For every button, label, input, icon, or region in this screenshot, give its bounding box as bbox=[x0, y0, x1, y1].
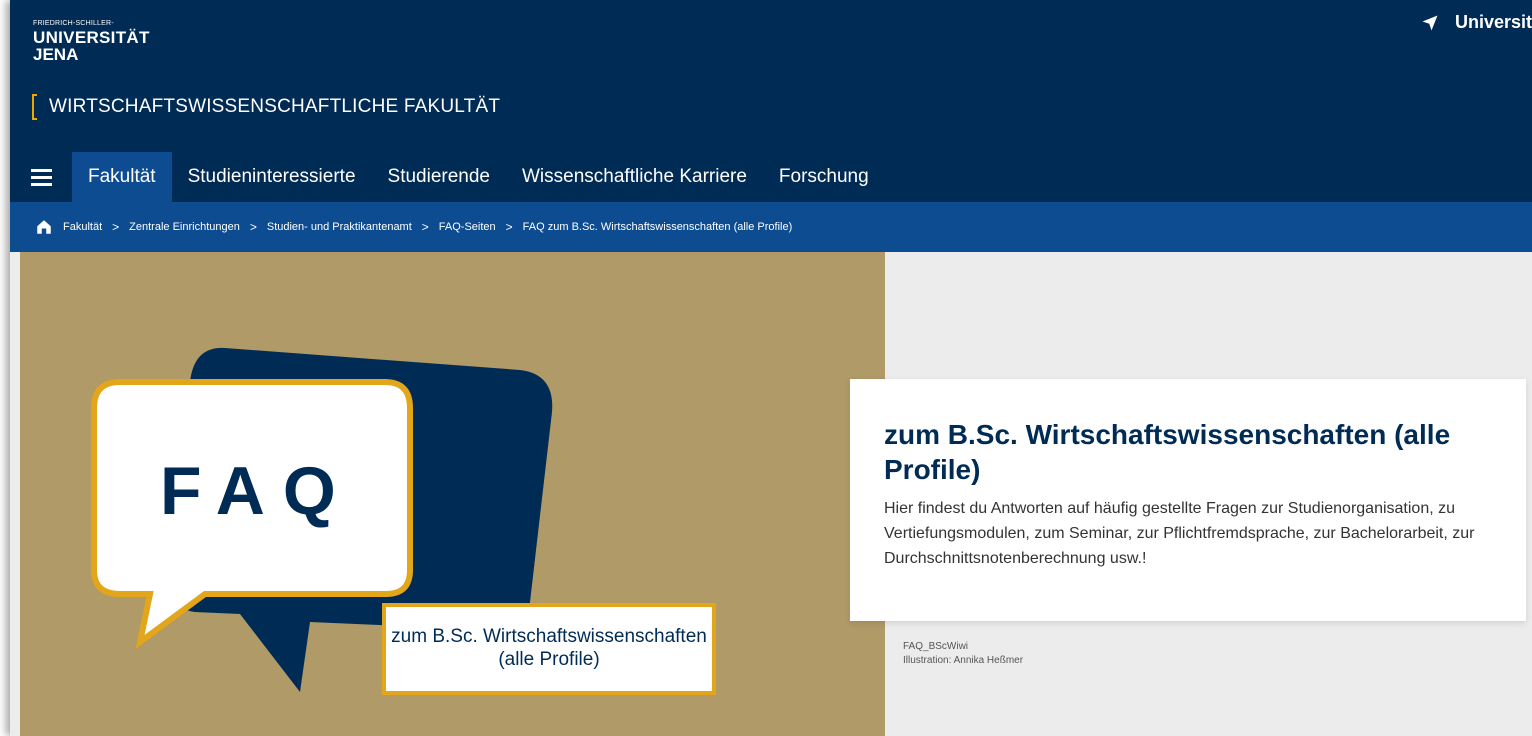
breadcrumb-separator: > bbox=[421, 220, 429, 234]
nav-item-studieninteressierte[interactable]: Studieninteressierte bbox=[172, 152, 372, 202]
nav-item-wissenschaftliche-karriere[interactable]: Wissenschaftliche Karriere bbox=[506, 152, 763, 202]
site-header: FRIEDRICH-SCHILLER- UNIVERSITÄT JENA Uni… bbox=[10, 0, 1532, 152]
nav-item-fakultaet[interactable]: Fakultät bbox=[72, 152, 172, 202]
caption-filename: FAQ_BScWiwi bbox=[903, 641, 969, 652]
intro-text: Hier findest du Antworten auf häufig ges… bbox=[884, 500, 1475, 567]
logo-line-3: JENA bbox=[33, 45, 79, 64]
main-navigation: Fakultät Studieninteressierte Studierend… bbox=[10, 152, 1532, 202]
page-frame: FRIEDRICH-SCHILLER- UNIVERSITÄT JENA Uni… bbox=[10, 0, 1532, 736]
faculty-title-label: WIRTSCHAFTSWISSENSCHAFTLICHE FAKULTÄT bbox=[49, 96, 501, 117]
breadcrumb-item[interactable]: Fakultät bbox=[63, 221, 102, 233]
university-link[interactable]: Universit bbox=[1421, 12, 1532, 33]
intro-card: zum B.Sc. Wirtschaftswissenschaften (all… bbox=[850, 379, 1526, 621]
hero-illustration: FAQ zum B.Sc. Wirtschaftswissenschaften … bbox=[20, 252, 885, 736]
faculty-title[interactable]: WIRTSCHAFTSWISSENSCHAFTLICHE FAKULTÄT bbox=[32, 94, 500, 120]
breadcrumb: Fakultät > Zentrale Einrichtungen > Stud… bbox=[10, 202, 1532, 252]
page-title: zum B.Sc. Wirtschaftswissenschaften (all… bbox=[884, 419, 1451, 485]
breadcrumb-separator: > bbox=[249, 220, 257, 234]
breadcrumb-item[interactable]: Zentrale Einrichtungen bbox=[129, 221, 240, 233]
logo-line-1: FRIEDRICH-SCHILLER- bbox=[33, 20, 114, 27]
logo-line-2: UNIVERSITÄT bbox=[33, 28, 150, 47]
home-icon[interactable] bbox=[35, 218, 53, 236]
faq-heading-graphic: FAQ bbox=[160, 453, 354, 529]
breadcrumb-separator: > bbox=[112, 220, 120, 234]
university-link-label: Universit bbox=[1454, 12, 1532, 32]
image-caption: FAQ_BScWiwi Illustration: Annika Heßmer bbox=[903, 640, 1023, 668]
caption-credit: Illustration: Annika Heßmer bbox=[903, 655, 1024, 666]
breadcrumb-item[interactable]: FAQ-Seiten bbox=[439, 221, 496, 233]
breadcrumb-item[interactable]: Studien- und Praktikantenamt bbox=[267, 221, 412, 233]
breadcrumb-separator: > bbox=[505, 220, 513, 234]
breadcrumb-current: FAQ zum B.Sc. Wirtschaftswissenschaften … bbox=[522, 221, 793, 233]
nav-item-forschung[interactable]: Forschung bbox=[763, 152, 885, 202]
hero-label: zum B.Sc. Wirtschaftswissenschaften (all… bbox=[382, 603, 716, 695]
hamburger-icon bbox=[30, 167, 52, 188]
university-logo[interactable]: FRIEDRICH-SCHILLER- UNIVERSITÄT JENA bbox=[33, 20, 150, 63]
menu-button[interactable] bbox=[10, 152, 72, 202]
bracket-accent bbox=[32, 94, 37, 120]
nav-item-studierende[interactable]: Studierende bbox=[372, 152, 506, 202]
location-arrow-icon bbox=[1422, 15, 1438, 30]
